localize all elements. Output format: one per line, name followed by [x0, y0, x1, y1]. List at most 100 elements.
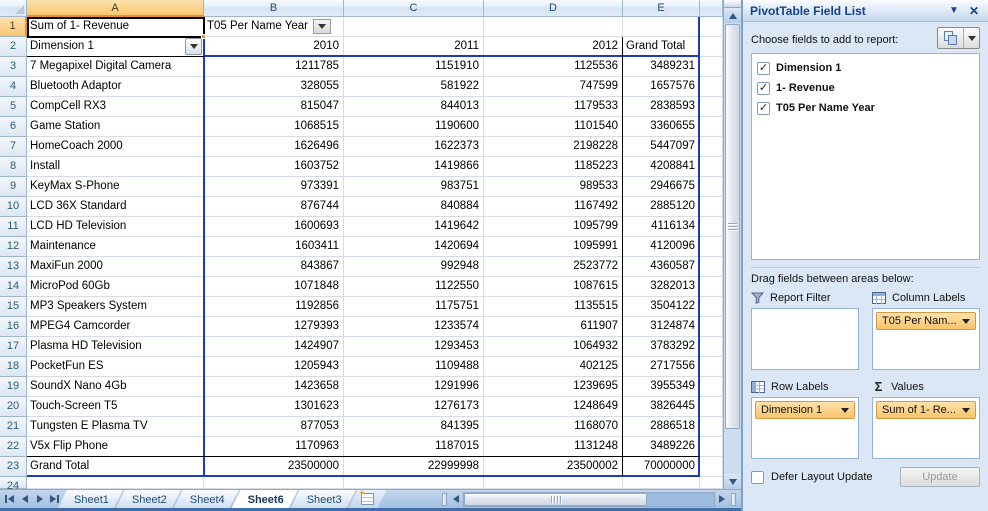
cell-A4[interactable]: Bluetooth Adaptor [27, 77, 204, 97]
cell-B2[interactable]: 2010 [204, 37, 344, 57]
cell-A18[interactable]: PocketFun ES [27, 357, 204, 377]
cell-D19[interactable]: 1239695 [484, 377, 623, 397]
cell-F8[interactable] [700, 157, 723, 177]
cell-A17[interactable]: Plasma HD Television [27, 337, 204, 357]
row-header-2[interactable]: 2 [0, 37, 27, 57]
cell-C4[interactable]: 581922 [344, 77, 484, 97]
cell-F17[interactable] [700, 337, 723, 357]
field-list-item[interactable]: ✓ T05 Per Name Year [757, 98, 974, 118]
vscroll-thumb[interactable] [725, 24, 740, 429]
cell-E2[interactable]: Grand Total [623, 37, 700, 57]
cell-C24[interactable] [344, 477, 484, 489]
cell-F1[interactable] [700, 17, 723, 37]
cell-F20[interactable] [700, 397, 723, 417]
cell-B6[interactable]: 1068515 [204, 117, 344, 137]
row-labels-box[interactable]: Dimension 1 [751, 397, 859, 459]
cell-A7[interactable]: HomeCoach 2000 [27, 137, 204, 157]
cell-F7[interactable] [700, 137, 723, 157]
cell-E21[interactable]: 2886518 [623, 417, 700, 437]
col-header-C[interactable]: C [344, 0, 484, 17]
cell-F10[interactable] [700, 197, 723, 217]
pane-layout-button[interactable] [937, 27, 980, 49]
cell-E1[interactable] [623, 17, 700, 37]
cell-D16[interactable]: 611907 [484, 317, 623, 337]
cell-A9[interactable]: KeyMax S-Phone [27, 177, 204, 197]
cell-D8[interactable]: 1185223 [484, 157, 623, 177]
cell-F21[interactable] [700, 417, 723, 437]
cell-C21[interactable]: 841395 [344, 417, 484, 437]
pane-menu-button[interactable]: ▼ [945, 5, 963, 16]
cell-C11[interactable]: 1419642 [344, 217, 484, 237]
layout-dropdown-arrow[interactable] [964, 28, 979, 48]
cell-C14[interactable]: 1122550 [344, 277, 484, 297]
row-header-5[interactable]: 5 [0, 97, 27, 117]
row-header-9[interactable]: 9 [0, 177, 27, 197]
horizontal-scrollbar[interactable] [440, 490, 741, 508]
cell-D23[interactable]: 23500002 [484, 457, 623, 477]
cell-D11[interactable]: 1095799 [484, 217, 623, 237]
cell-E8[interactable]: 4208841 [623, 157, 700, 177]
cell-D14[interactable]: 1087615 [484, 277, 623, 297]
col-header-partial[interactable] [700, 0, 723, 17]
cell-C2[interactable]: 2011 [344, 37, 484, 57]
row-header-21[interactable]: 21 [0, 417, 27, 437]
cell-B14[interactable]: 1071848 [204, 277, 344, 297]
cell-B5[interactable]: 815047 [204, 97, 344, 117]
cell-C18[interactable]: 1109488 [344, 357, 484, 377]
cell-A14[interactable]: MicroPod 60Gb [27, 277, 204, 297]
cell-E22[interactable]: 3489226 [623, 437, 700, 457]
cell-A12[interactable]: Maintenance [27, 237, 204, 257]
cell-E11[interactable]: 4116134 [623, 217, 700, 237]
hscroll-thumb[interactable] [464, 492, 647, 506]
cell-A10[interactable]: LCD 36X Standard [27, 197, 204, 217]
cell-A15[interactable]: MP3 Speakers System [27, 297, 204, 317]
cell-A6[interactable]: Game Station [27, 117, 204, 137]
cell-C15[interactable]: 1175751 [344, 297, 484, 317]
cell-A19[interactable]: SoundX Nano 4Gb [27, 377, 204, 397]
row-header-4[interactable]: 4 [0, 77, 27, 97]
cell-A24[interactable] [27, 477, 204, 489]
row-header-18[interactable]: 18 [0, 357, 27, 377]
cell-F2[interactable] [700, 37, 723, 57]
cell-C12[interactable]: 1420694 [344, 237, 484, 257]
cell-C8[interactable]: 1419866 [344, 157, 484, 177]
cell-C5[interactable]: 844013 [344, 97, 484, 117]
field-checkbox[interactable]: ✓ [757, 61, 770, 75]
pill-dropdown-icon[interactable] [841, 407, 849, 413]
cell-F23[interactable] [700, 457, 723, 477]
cell-A13[interactable]: MaxiFun 2000 [27, 257, 204, 277]
cell-E12[interactable]: 4120096 [623, 237, 700, 257]
cell-D10[interactable]: 1167492 [484, 197, 623, 217]
cell-B9[interactable]: 973391 [204, 177, 344, 197]
col-header-D[interactable]: D [484, 0, 623, 17]
row-header-14[interactable]: 14 [0, 277, 27, 297]
cell-B22[interactable]: 1170963 [204, 437, 344, 457]
pane-close-button[interactable]: ✕ [963, 4, 981, 18]
cell-C9[interactable]: 983751 [344, 177, 484, 197]
cell-F13[interactable] [700, 257, 723, 277]
vscroll-split-handle[interactable] [724, 0, 741, 8]
cell-B16[interactable]: 1279393 [204, 317, 344, 337]
cell-F14[interactable] [700, 277, 723, 297]
previous-sheet-button[interactable] [18, 492, 31, 507]
scroll-left-button[interactable] [449, 492, 463, 507]
row-header-6[interactable]: 6 [0, 117, 27, 137]
row-header-8[interactable]: 8 [0, 157, 27, 177]
cell-A23[interactable]: Grand Total [27, 457, 204, 477]
hscroll-split-handle[interactable] [442, 492, 447, 506]
values-box[interactable]: Sum of 1- Re... [872, 397, 980, 459]
cell-F6[interactable] [700, 117, 723, 137]
scroll-down-button[interactable] [724, 474, 741, 489]
cell-B10[interactable]: 876744 [204, 197, 344, 217]
cell-F22[interactable] [700, 437, 723, 457]
row-header-1[interactable]: 1 [0, 17, 27, 37]
cell-F5[interactable] [700, 97, 723, 117]
cell-D7[interactable]: 2198228 [484, 137, 623, 157]
cell-B1[interactable]: T05 Per Name Year [204, 17, 344, 37]
cell-F15[interactable] [700, 297, 723, 317]
row-header-16[interactable]: 16 [0, 317, 27, 337]
cell-D13[interactable]: 2523772 [484, 257, 623, 277]
cell-D22[interactable]: 1131248 [484, 437, 623, 457]
cell-B7[interactable]: 1626496 [204, 137, 344, 157]
cell-B13[interactable]: 843867 [204, 257, 344, 277]
